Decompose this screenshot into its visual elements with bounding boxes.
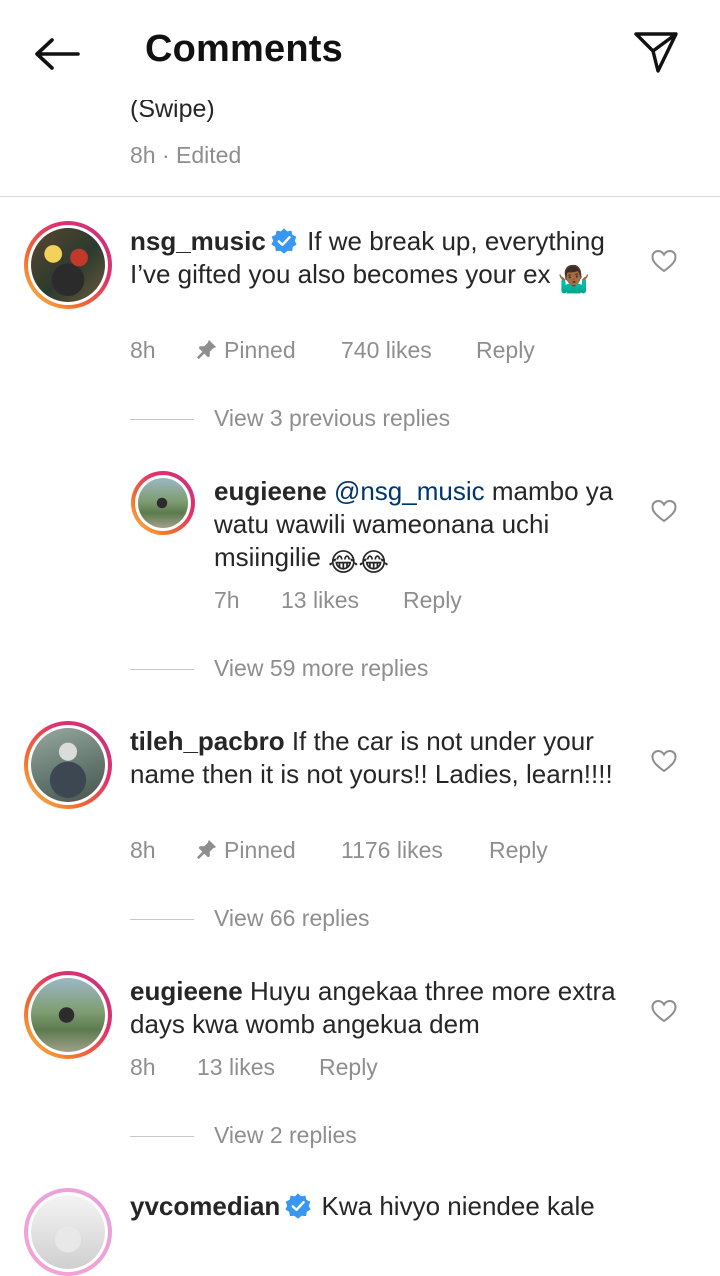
reply-text: eugieene @nsg_music mambo ya watu wawili… bbox=[214, 475, 634, 579]
view-replies-label: View 3 previous replies bbox=[214, 405, 451, 431]
pin-icon bbox=[196, 339, 217, 360]
caption-divider bbox=[0, 196, 720, 197]
caption-meta: 8h · Edited bbox=[130, 142, 241, 169]
thread-line bbox=[130, 1136, 194, 1137]
reply-button[interactable]: Reply bbox=[489, 837, 548, 864]
like-count[interactable]: 1176 likes bbox=[341, 837, 443, 864]
comment-meta: 8h Pinned 1176 likes Reply bbox=[130, 837, 630, 867]
mention-link[interactable]: @nsg_music bbox=[334, 476, 485, 506]
person-shrugging-emoji: 🤷🏾‍♂️ bbox=[557, 264, 591, 294]
comment-meta: 8h 13 likes Reply bbox=[130, 1054, 630, 1084]
heart-icon bbox=[651, 249, 677, 273]
share-button[interactable] bbox=[628, 24, 684, 80]
view-replies-label: View 2 replies bbox=[214, 1122, 357, 1148]
comment-username[interactable]: tileh_pacbro bbox=[130, 726, 285, 756]
like-button[interactable] bbox=[649, 996, 679, 1026]
avatar[interactable] bbox=[24, 971, 112, 1059]
caption-time: 8h bbox=[130, 142, 156, 168]
pinned-label: Pinned bbox=[224, 837, 296, 863]
comment-time: 8h bbox=[130, 837, 156, 863]
comment-text: nsg_music If we break up, everything I’v… bbox=[130, 225, 630, 296]
comment-text: tileh_pacbro If the car is not under you… bbox=[130, 725, 630, 791]
reply-like-count[interactable]: 13 likes bbox=[281, 587, 359, 614]
comment-username[interactable]: yvcomedian bbox=[130, 1191, 280, 1221]
pinned-indicator: Pinned bbox=[196, 837, 296, 864]
pin-icon bbox=[196, 839, 217, 860]
pinned-label: Pinned bbox=[224, 337, 296, 363]
comment-text: yvcomedian Kwa hivyo niendee kale bbox=[130, 1190, 690, 1223]
view-replies-button[interactable]: View 2 replies bbox=[130, 1122, 357, 1149]
thread-line bbox=[130, 669, 194, 670]
pinned-indicator: Pinned bbox=[196, 337, 296, 364]
caption-edited: Edited bbox=[176, 142, 242, 168]
avatar[interactable] bbox=[131, 471, 195, 535]
comment-body: Kwa hivyo niendee kale bbox=[321, 1191, 595, 1221]
avatar[interactable] bbox=[24, 721, 112, 809]
verified-badge-icon bbox=[271, 228, 297, 254]
like-count[interactable]: 740 likes bbox=[341, 337, 432, 364]
view-previous-replies-button[interactable]: View 3 previous replies bbox=[130, 405, 451, 432]
reply-button[interactable]: Reply bbox=[319, 1054, 378, 1081]
comment-meta: 8h Pinned 740 likes Reply bbox=[130, 337, 630, 367]
comment-time: 8h bbox=[130, 1054, 156, 1080]
laughing-emoji: 😂😂 bbox=[328, 547, 389, 577]
reply-button[interactable]: Reply bbox=[476, 337, 535, 364]
comment-time: 8h bbox=[130, 337, 156, 363]
page-title: Comments bbox=[145, 28, 343, 70]
reply-button[interactable]: Reply bbox=[403, 587, 462, 614]
like-button[interactable] bbox=[649, 746, 679, 776]
caption-separator: · bbox=[161, 142, 170, 168]
header-bar: Comments bbox=[0, 0, 720, 100]
reply-meta: 7h 13 likes Reply bbox=[214, 587, 634, 617]
heart-icon bbox=[651, 499, 677, 523]
paper-plane-icon bbox=[634, 32, 678, 73]
view-replies-label: View 59 more replies bbox=[214, 655, 429, 681]
view-more-replies-button[interactable]: View 59 more replies bbox=[130, 655, 429, 682]
avatar[interactable] bbox=[24, 1188, 112, 1276]
comment-username[interactable]: nsg_music bbox=[130, 226, 266, 256]
like-count[interactable]: 13 likes bbox=[197, 1054, 275, 1081]
arrow-left-icon bbox=[35, 38, 80, 70]
like-button[interactable] bbox=[649, 246, 679, 276]
reply-username[interactable]: eugieene bbox=[214, 476, 327, 506]
comment-text: eugieene Huyu angekaa three more extra d… bbox=[130, 975, 630, 1041]
like-button[interactable] bbox=[649, 496, 679, 526]
thread-line bbox=[130, 419, 194, 420]
heart-icon bbox=[651, 999, 677, 1023]
view-replies-label: View 66 replies bbox=[214, 905, 370, 931]
reply-time: 7h bbox=[214, 587, 240, 613]
avatar[interactable] bbox=[24, 221, 112, 309]
verified-badge-icon bbox=[285, 1193, 311, 1219]
heart-icon bbox=[651, 749, 677, 773]
back-button[interactable] bbox=[28, 30, 84, 78]
comment-username[interactable]: eugieene bbox=[130, 976, 243, 1006]
thread-line bbox=[130, 919, 194, 920]
view-replies-button[interactable]: View 66 replies bbox=[130, 905, 370, 932]
